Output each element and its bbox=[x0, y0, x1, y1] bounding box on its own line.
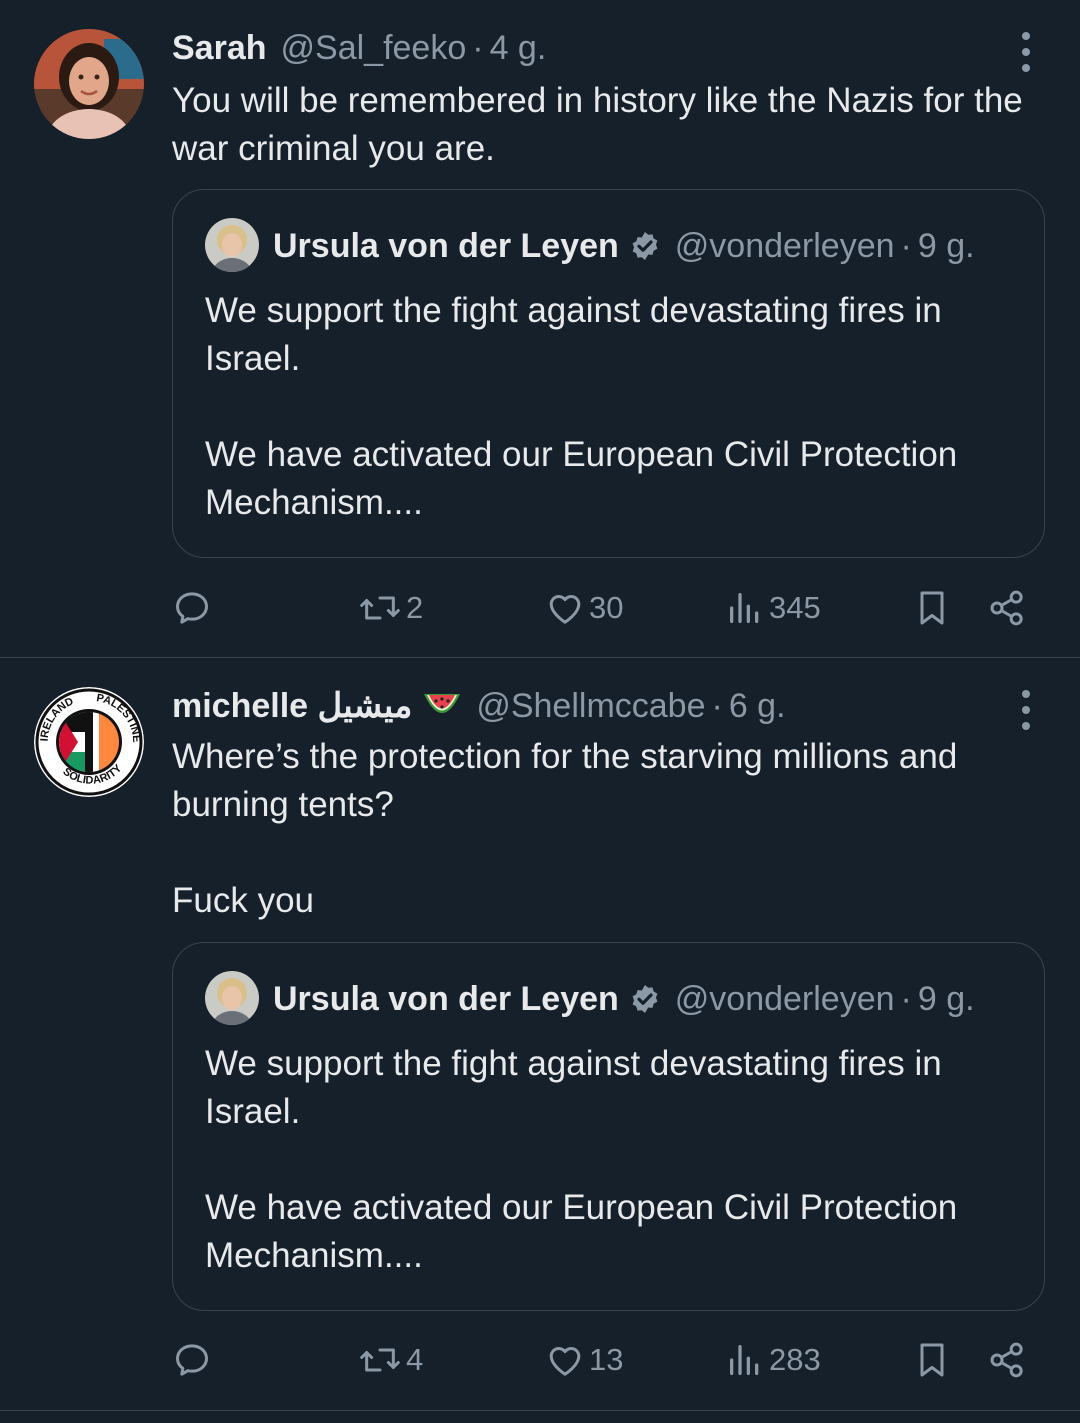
handle[interactable]: @vonderleyen bbox=[675, 227, 895, 266]
avatar[interactable] bbox=[205, 971, 259, 1025]
retweet-icon bbox=[360, 1348, 400, 1372]
like-count: 30 bbox=[589, 590, 624, 625]
share-icon bbox=[990, 590, 1023, 626]
bookmark-icon bbox=[920, 1343, 944, 1377]
separator: · bbox=[900, 979, 912, 1018]
bookmark-button[interactable] bbox=[912, 583, 952, 633]
bookmark-button[interactable] bbox=[912, 1335, 952, 1385]
action-bar: 4 13 283 bbox=[172, 1335, 1032, 1385]
share-button[interactable] bbox=[987, 583, 1027, 633]
share-icon bbox=[990, 1342, 1023, 1378]
tweet-text: You will be remembered in history like t… bbox=[172, 81, 1023, 168]
timestamp[interactable]: 9 g. bbox=[918, 227, 975, 266]
quoted-tweet-header: Ursula von der Leyen @vonderleyen · 9 g. bbox=[273, 977, 975, 1021]
separator: · bbox=[711, 686, 723, 725]
more-options-icon[interactable] bbox=[1014, 690, 1038, 730]
views-button[interactable]: 283 bbox=[725, 1335, 821, 1385]
watermelon-emoji-icon bbox=[422, 688, 462, 724]
view-count: 283 bbox=[769, 1342, 821, 1377]
avatar[interactable] bbox=[34, 29, 144, 139]
profile-photo-icon bbox=[205, 971, 259, 1025]
separator: · bbox=[472, 28, 484, 67]
profile-photo-icon bbox=[205, 218, 259, 272]
handle[interactable]: @Shellmccabe bbox=[476, 687, 705, 726]
view-count: 345 bbox=[769, 590, 821, 625]
tweet-header: michelle ميشيل @Shellmccabe · 6 g. bbox=[172, 684, 1010, 728]
like-count: 13 bbox=[589, 1342, 624, 1377]
timestamp[interactable]: 9 g. bbox=[918, 980, 975, 1019]
handle[interactable]: @Sal_feeko bbox=[281, 29, 467, 68]
ireland-palestine-solidarity-logo-icon: IRELAND PALESTINE SOLIDARITY bbox=[34, 687, 144, 797]
verified-badge-icon bbox=[629, 983, 661, 1015]
tweet[interactable]: Sarah @Sal_feeko · 4 g. You will be reme… bbox=[0, 0, 1080, 658]
views-chart-icon bbox=[730, 593, 759, 623]
bookmark-icon bbox=[920, 591, 944, 625]
views-button[interactable]: 345 bbox=[725, 583, 821, 633]
share-button[interactable] bbox=[987, 1335, 1027, 1385]
reply-button[interactable] bbox=[172, 1335, 216, 1385]
quoted-tweet-header: Ursula von der Leyen @vonderleyen · 9 g. bbox=[273, 224, 975, 268]
display-name[interactable]: Ursula von der Leyen bbox=[273, 227, 619, 266]
separator: · bbox=[900, 226, 912, 265]
like-button[interactable]: 13 bbox=[545, 1335, 623, 1385]
quoted-tweet[interactable]: Ursula von der Leyen @vonderleyen · 9 g.… bbox=[172, 189, 1045, 558]
action-bar: 2 30 345 bbox=[172, 583, 1032, 633]
verified-badge-icon bbox=[629, 230, 661, 262]
quoted-tweet-text: We support the fight against devastating… bbox=[205, 291, 958, 522]
views-chart-icon bbox=[730, 1345, 759, 1375]
tweet-text: Where’s the protection for the starving … bbox=[172, 737, 958, 920]
display-name[interactable]: Ursula von der Leyen bbox=[273, 980, 619, 1019]
retweet-count: 4 bbox=[406, 1342, 424, 1377]
heart-icon bbox=[549, 595, 581, 624]
reply-icon bbox=[176, 592, 208, 624]
avatar[interactable]: IRELAND PALESTINE SOLIDARITY bbox=[34, 687, 144, 797]
quoted-tweet-text: We support the fight against devastating… bbox=[205, 1044, 958, 1275]
reply-button[interactable] bbox=[172, 583, 216, 633]
timestamp[interactable]: 4 g. bbox=[490, 29, 547, 68]
display-name[interactable]: Sarah bbox=[172, 29, 267, 68]
tweet-header: Sarah @Sal_feeko · 4 g. bbox=[172, 26, 1010, 70]
more-options-icon[interactable] bbox=[1014, 32, 1038, 72]
handle[interactable]: @vonderleyen bbox=[675, 980, 895, 1019]
heart-icon bbox=[549, 1347, 581, 1376]
retweet-icon bbox=[360, 596, 400, 620]
retweet-count: 2 bbox=[406, 590, 424, 625]
timestamp[interactable]: 6 g. bbox=[729, 687, 786, 726]
avatar[interactable] bbox=[205, 218, 259, 272]
retweet-button[interactable]: 2 bbox=[358, 583, 423, 633]
like-button[interactable]: 30 bbox=[545, 583, 623, 633]
reply-icon bbox=[176, 1344, 208, 1376]
retweet-button[interactable]: 4 bbox=[358, 1335, 423, 1385]
profile-photo-icon bbox=[34, 29, 144, 139]
quoted-tweet[interactable]: Ursula von der Leyen @vonderleyen · 9 g.… bbox=[172, 942, 1045, 1311]
tweet[interactable]: IRELAND PALESTINE SOLIDARITY michelle مي… bbox=[0, 658, 1080, 1411]
display-name[interactable]: michelle ميشيل bbox=[172, 686, 412, 726]
